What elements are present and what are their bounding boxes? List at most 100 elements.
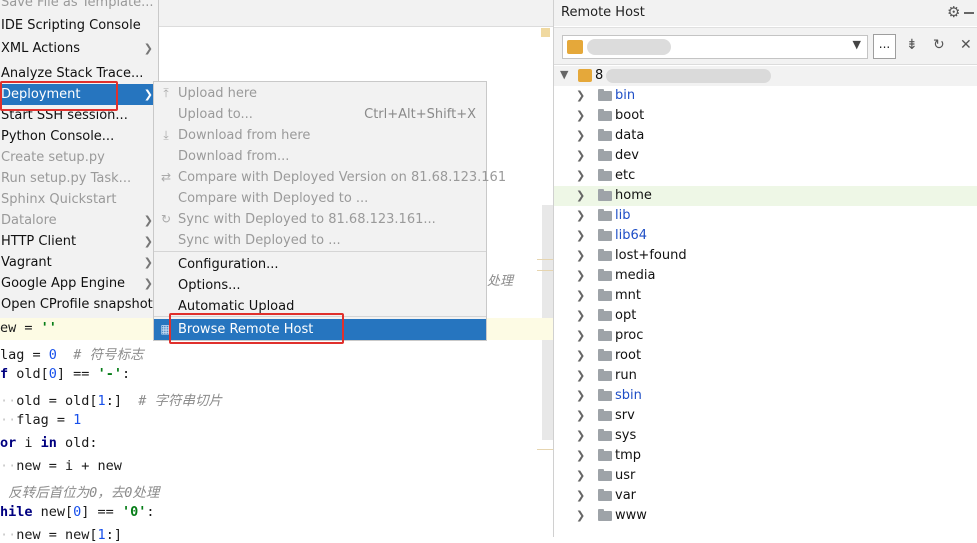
submenu-item-sync-with-deployed-to[interactable]: Sync with Deployed to ...: [154, 230, 486, 251]
tree-folder-opt[interactable]: ❯ opt: [554, 306, 977, 326]
menu-item-sphinx-quickstart[interactable]: Sphinx Quickstart: [0, 189, 158, 210]
submenu-item-options[interactable]: Options...: [154, 275, 486, 296]
submenu-item-configuration[interactable]: Configuration...: [154, 254, 486, 275]
code-token: '': [40, 320, 57, 336]
menu-item-ide-scripting-console[interactable]: IDE Scripting Console: [0, 15, 158, 36]
menu-item-label: XML Actions: [1, 41, 80, 56]
menu-item-open-cprofile-snapshot[interactable]: Open CProfile snapshot: [0, 294, 158, 315]
chevron-right-icon[interactable]: ❯: [576, 246, 585, 266]
annotation-box-deployment: [0, 81, 118, 111]
chevron-right-icon[interactable]: ❯: [576, 346, 585, 366]
tree-folder-media[interactable]: ❯ media: [554, 266, 977, 286]
chevron-right-icon[interactable]: ❯: [576, 506, 585, 526]
chevron-right-icon[interactable]: ❯: [576, 146, 585, 166]
code-line[interactable]: ··new = new[1:]: [0, 527, 122, 543]
menu-item-http-client[interactable]: HTTP Client ❯: [0, 231, 158, 252]
chevron-down-icon[interactable]: ▼: [560, 68, 568, 81]
chevron-right-icon[interactable]: ❯: [576, 266, 585, 286]
menu-item-save-file-as-template[interactable]: Save File as Template...: [0, 0, 158, 13]
code-token: 0: [48, 347, 57, 363]
tree-folder-mnt[interactable]: ❯ mnt: [554, 286, 977, 306]
code-line[interactable]: hile new[0] == '0':: [0, 504, 154, 520]
chevron-right-icon[interactable]: ❯: [576, 106, 585, 126]
chevron-right-icon[interactable]: ❯: [576, 166, 585, 186]
tree-folder-root[interactable]: ❯ root: [554, 346, 977, 366]
browse-servers-button[interactable]: ...: [873, 34, 896, 59]
tree-folder-boot[interactable]: ❯ boot: [554, 106, 977, 126]
menu-item-create-setup-py[interactable]: Create setup.py: [0, 147, 158, 168]
folder-name: www: [615, 508, 647, 523]
gear-icon[interactable]: ⚙: [947, 3, 960, 21]
tree-folder-www[interactable]: ❯ www: [554, 506, 977, 526]
menu-item-run-setup-py-task[interactable]: Run setup.py Task...: [0, 168, 158, 189]
close-icon[interactable]: ✕: [960, 37, 972, 53]
code-line[interactable]: ··old = old[1:] # 字符串切片: [0, 389, 222, 409]
chevron-right-icon[interactable]: ❯: [576, 426, 585, 446]
tree-folder-srv[interactable]: ❯ srv: [554, 406, 977, 426]
folder-name: sys: [615, 428, 637, 443]
chevron-right-icon[interactable]: ❯: [576, 306, 585, 326]
tree-folder-bin[interactable]: ❯ bin: [554, 86, 977, 106]
tree-folder-data[interactable]: ❯ data: [554, 126, 977, 146]
folder-name: lib: [615, 208, 631, 223]
refresh-icon[interactable]: ↻: [933, 37, 945, 53]
chevron-right-icon[interactable]: ❯: [576, 326, 585, 346]
code-line[interactable]: ··new = i + new: [0, 458, 122, 474]
minimize-icon[interactable]: [964, 12, 974, 14]
menu-item-xml-actions[interactable]: XML Actions ❯: [0, 38, 158, 59]
chevron-right-icon[interactable]: ❯: [576, 406, 585, 426]
tree-root-node[interactable]: ▼ 8: [554, 66, 977, 86]
submenu-item-upload-here[interactable]: ⤒ Upload here: [154, 83, 486, 104]
warning-marker[interactable]: [541, 28, 550, 37]
tree-folder-dev[interactable]: ❯ dev: [554, 146, 977, 166]
submenu-item-sync-with-deployed-to-81-68-123-161[interactable]: ↻ Sync with Deployed to 81.68.123.161...: [154, 209, 486, 230]
menu-item-vagrant[interactable]: Vagrant ❯: [0, 252, 158, 273]
submenu-item-compare-with-deployed-to[interactable]: Compare with Deployed to ...: [154, 188, 486, 209]
server-select[interactable]: ▼: [562, 35, 868, 59]
code-line[interactable]: ··flag = 1: [0, 412, 81, 428]
redacted-server-name: [587, 39, 671, 55]
code-line[interactable]: f old[0] == '-':: [0, 366, 130, 382]
menu-item-datalore[interactable]: Datalore ❯: [0, 210, 158, 231]
submenu-item-download-from-here[interactable]: ⤓ Download from here: [154, 125, 486, 146]
submenu-item-upload-to[interactable]: Upload to... Ctrl+Alt+Shift+X: [154, 104, 486, 125]
chevron-right-icon[interactable]: ❯: [576, 486, 585, 506]
folder-name: usr: [615, 468, 636, 483]
tree-folder-lib64[interactable]: ❯ lib64: [554, 226, 977, 246]
chevron-right-icon[interactable]: ❯: [576, 386, 585, 406]
code-line[interactable]: ew = '': [0, 320, 57, 336]
chevron-right-icon[interactable]: ❯: [576, 286, 585, 306]
submenu-item-label: Download from here: [178, 128, 311, 143]
tree-folder-home[interactable]: ❯ home: [554, 186, 977, 206]
tree-folder-lib[interactable]: ❯ lib: [554, 206, 977, 226]
tree-folder-etc[interactable]: ❯ etc: [554, 166, 977, 186]
collapse-icon[interactable]: ⇟: [906, 37, 918, 53]
submenu-item-compare-with-deployed-version-on-81-68-123-161[interactable]: ⇄ Compare with Deployed Version on 81.68.…: [154, 167, 506, 188]
submenu-item-download-from[interactable]: Download from...: [154, 146, 486, 167]
chevron-right-icon[interactable]: ❯: [576, 446, 585, 466]
tree-folder-proc[interactable]: ❯ proc: [554, 326, 977, 346]
code-line[interactable]: lag = 0 # 符号标志: [0, 343, 143, 363]
submenu-item-label: Upload to...: [178, 107, 253, 122]
tree-folder-var[interactable]: ❯ var: [554, 486, 977, 506]
chevron-right-icon[interactable]: ❯: [576, 86, 585, 106]
chevron-right-icon[interactable]: ❯: [576, 366, 585, 386]
tree-folder-run[interactable]: ❯ run: [554, 366, 977, 386]
chevron-right-icon[interactable]: ❯: [576, 126, 585, 146]
tree-folder-sbin[interactable]: ❯ sbin: [554, 386, 977, 406]
chevron-right-icon[interactable]: ❯: [576, 226, 585, 246]
tree-folder-tmp[interactable]: ❯ tmp: [554, 446, 977, 466]
folder-name: proc: [615, 328, 644, 343]
chevron-right-icon[interactable]: ❯: [576, 206, 585, 226]
menu-item-python-console[interactable]: Python Console...: [0, 126, 158, 147]
tree-folder-sys[interactable]: ❯ sys: [554, 426, 977, 446]
menu-item-label: Run setup.py Task...: [1, 171, 132, 186]
code-token: new = i + new: [16, 458, 122, 474]
menu-item-google-app-engine[interactable]: Google App Engine ❯: [0, 273, 158, 294]
tree-folder-lost-found[interactable]: ❯ lost+found: [554, 246, 977, 266]
chevron-right-icon[interactable]: ❯: [576, 186, 585, 206]
code-line[interactable]: or i in old:: [0, 435, 98, 451]
chevron-right-icon[interactable]: ❯: [576, 466, 585, 486]
tree-folder-usr[interactable]: ❯ usr: [554, 466, 977, 486]
code-line[interactable]: 反转后首位为0，去0处理: [0, 481, 159, 501]
